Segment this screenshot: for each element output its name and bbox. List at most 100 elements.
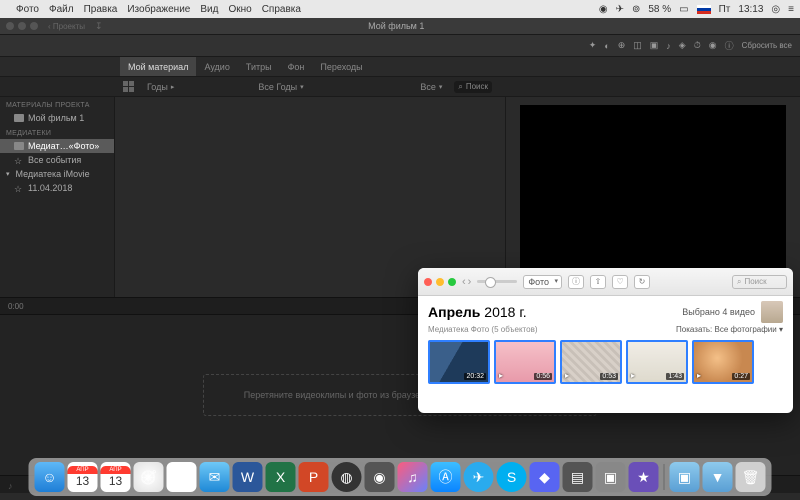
window-zoom-button[interactable] (30, 22, 38, 30)
preview-panel: 🎤︎ ▐◀ ▶ ▶▌ ⤢ (505, 97, 800, 297)
photos-minimize-button[interactable] (436, 278, 444, 286)
dock-finder-icon[interactable]: ☺ (35, 462, 65, 492)
dock-generic2-icon[interactable]: ◆ (530, 462, 560, 492)
sidebar-item-imovie-lib[interactable]: ▾Медиатека iMovie (0, 167, 114, 181)
telegram-status-icon[interactable]: ✈ (616, 4, 624, 15)
sidebar-item-date[interactable]: ☆11.04.2018 (0, 181, 114, 195)
photo-thumb[interactable]: 0:53 (560, 340, 622, 384)
menubar-file[interactable]: Файл (49, 4, 74, 15)
all-years-dropdown[interactable]: Все Годы▾ (254, 82, 307, 92)
menubar-day: Пт (719, 4, 731, 15)
dock-downloads-icon[interactable]: ▼ (703, 462, 733, 492)
reset-all-button[interactable]: Сбросить все (742, 41, 792, 50)
years-dropdown[interactable]: Годы▸ (143, 82, 178, 92)
macos-dock: ☺ АПР13 АПР13 🧭︎ ◉ ✉ W X P ◍ ◉ ♫ Ⓐ ✈ S ◆… (29, 458, 772, 496)
dock-calendar-icon[interactable]: АПР13 (68, 462, 98, 492)
dock-trash-icon[interactable]: 🗑︎ (736, 462, 766, 492)
spotlight-icon[interactable]: ◎ (771, 4, 780, 15)
dock-generic1-icon[interactable]: ◍ (332, 462, 362, 492)
photos-zoom-button[interactable] (448, 278, 456, 286)
all-dropdown[interactable]: Все▾ (416, 82, 446, 92)
photo-thumb[interactable]: 1:43 (626, 340, 688, 384)
wifi-icon[interactable]: ⊚ (632, 4, 640, 15)
color-correct-icon[interactable]: ⊕ (618, 40, 626, 51)
photos-thumbnails: 20:32 0:56 0:53 1:43 0:27 (418, 336, 793, 388)
photo-thumb[interactable]: 20:32 (428, 340, 490, 384)
preview-video[interactable] (520, 105, 786, 269)
photos-show-filter[interactable]: Показать: Все фотографии ▾ (676, 325, 783, 334)
import-icon[interactable]: ↧ (95, 21, 103, 32)
dock-word-icon[interactable]: W (233, 462, 263, 492)
dock-folder-icon[interactable]: ▣ (670, 462, 700, 492)
menubar-window[interactable]: Окно (228, 4, 251, 15)
photos-rotate-icon[interactable]: ↻ (634, 275, 650, 289)
filter-icon[interactable]: ◉ (709, 40, 717, 51)
media-search-input[interactable]: ⌕Поиск (454, 81, 492, 93)
dock-itunes-icon[interactable]: ♫ (398, 462, 428, 492)
photos-info-icon[interactable]: ⓘ (568, 275, 584, 289)
photos-media-window: ‹› Фото ⓘ ⇧ ♡ ↻ ⌕Поиск Апрель 2018 г. Вы… (418, 268, 793, 413)
window-title: Мой фильм 1 (103, 21, 690, 31)
photos-share-icon[interactable]: ⇧ (590, 275, 606, 289)
noise-icon[interactable]: ◈ (679, 40, 686, 51)
photos-title: Апрель 2018 г. (428, 304, 527, 320)
window-close-button[interactable] (6, 22, 14, 30)
dock-telegram-icon[interactable]: ✈ (464, 462, 494, 492)
notification-center-icon[interactable]: ≡ (788, 4, 794, 15)
tab-titles[interactable]: Титры (238, 57, 280, 76)
dock-skype-icon[interactable]: S (497, 462, 527, 492)
search-icon: ⌕ (458, 82, 462, 92)
photos-zoom-slider[interactable] (477, 280, 517, 283)
dock-excel-icon[interactable]: X (266, 462, 296, 492)
dock-appstore-icon[interactable]: Ⓐ (431, 462, 461, 492)
photos-toolbar: ‹› Фото ⓘ ⇧ ♡ ↻ ⌕Поиск (418, 268, 793, 296)
back-button[interactable]: ‹ Проекты (48, 22, 85, 31)
menubar-image[interactable]: Изображение (127, 4, 190, 15)
photo-thumb[interactable]: 0:56 (494, 340, 556, 384)
photos-search-input[interactable]: ⌕Поиск (732, 275, 787, 289)
library-sidebar: МАТЕРИАЛЫ ПРОЕКТА Мой фильм 1 МЕДИАТЕКИ … (0, 97, 115, 297)
sidebar-section-libraries: МЕДИАТЕКИ (0, 125, 114, 139)
battery-icon[interactable]: ▭ (679, 4, 688, 15)
grid-view-icon[interactable] (123, 81, 135, 93)
menubar-help[interactable]: Справка (262, 4, 301, 15)
info-icon[interactable]: ⓘ (725, 39, 734, 52)
crop-icon[interactable]: ◫ (633, 40, 642, 51)
tab-transitions[interactable]: Переходы (312, 57, 370, 76)
dock-powerpoint-icon[interactable]: P (299, 462, 329, 492)
stabilize-icon[interactable]: ▣ (650, 40, 659, 51)
sidebar-item-photos[interactable]: Медиат…«Фото» (0, 139, 114, 153)
sidebar-item-project[interactable]: Мой фильм 1 (0, 111, 114, 125)
dock-calendar2-icon[interactable]: АПР13 (101, 462, 131, 492)
dock-imovie-icon[interactable]: ★ (629, 462, 659, 492)
tab-my-media[interactable]: Мой материал (120, 57, 196, 76)
photos-favorite-icon[interactable]: ♡ (612, 275, 628, 289)
photos-close-button[interactable] (424, 278, 432, 286)
speed-icon[interactable]: ⏱ (694, 40, 701, 51)
menubar-app[interactable]: Фото (16, 4, 39, 15)
adjustment-toolbar: ✦ ◐ ⊕ ◫ ▣ ♪ ◈ ⏱ ◉ ⓘ Сбросить все (0, 35, 800, 57)
dock-safari-icon[interactable]: 🧭︎ (134, 462, 164, 492)
skype-status-icon[interactable]: ◉ (599, 4, 608, 15)
color-balance-icon[interactable]: ◐ (604, 41, 609, 51)
dock-generic4-icon[interactable]: ▣ (596, 462, 626, 492)
sidebar-item-events[interactable]: ☆Все события (0, 153, 114, 167)
dock-photobooth-icon[interactable]: ◉ (365, 462, 395, 492)
dock-chrome-icon[interactable]: ◉ (167, 462, 197, 492)
dock-generic3-icon[interactable]: ▤ (563, 462, 593, 492)
magic-wand-icon[interactable]: ✦ (589, 40, 597, 51)
tab-backgrounds[interactable]: Фон (280, 57, 313, 76)
input-language-flag-icon[interactable] (697, 5, 711, 14)
photos-selection-count: Выбрано 4 видео (682, 307, 755, 317)
menubar-view[interactable]: Вид (200, 4, 218, 15)
photos-nav[interactable]: ‹› (462, 276, 471, 288)
photos-moment-thumb[interactable] (761, 301, 783, 323)
window-minimize-button[interactable] (18, 22, 26, 30)
photo-thumb[interactable]: 0:27 (692, 340, 754, 384)
volume-icon[interactable]: ♪ (666, 41, 671, 51)
menubar-edit[interactable]: Правка (84, 4, 118, 15)
dock-mail-icon[interactable]: ✉ (200, 462, 230, 492)
photos-view-select[interactable]: Фото (523, 275, 562, 289)
media-browser[interactable] (115, 97, 505, 297)
tab-audio[interactable]: Аудио (196, 57, 237, 76)
